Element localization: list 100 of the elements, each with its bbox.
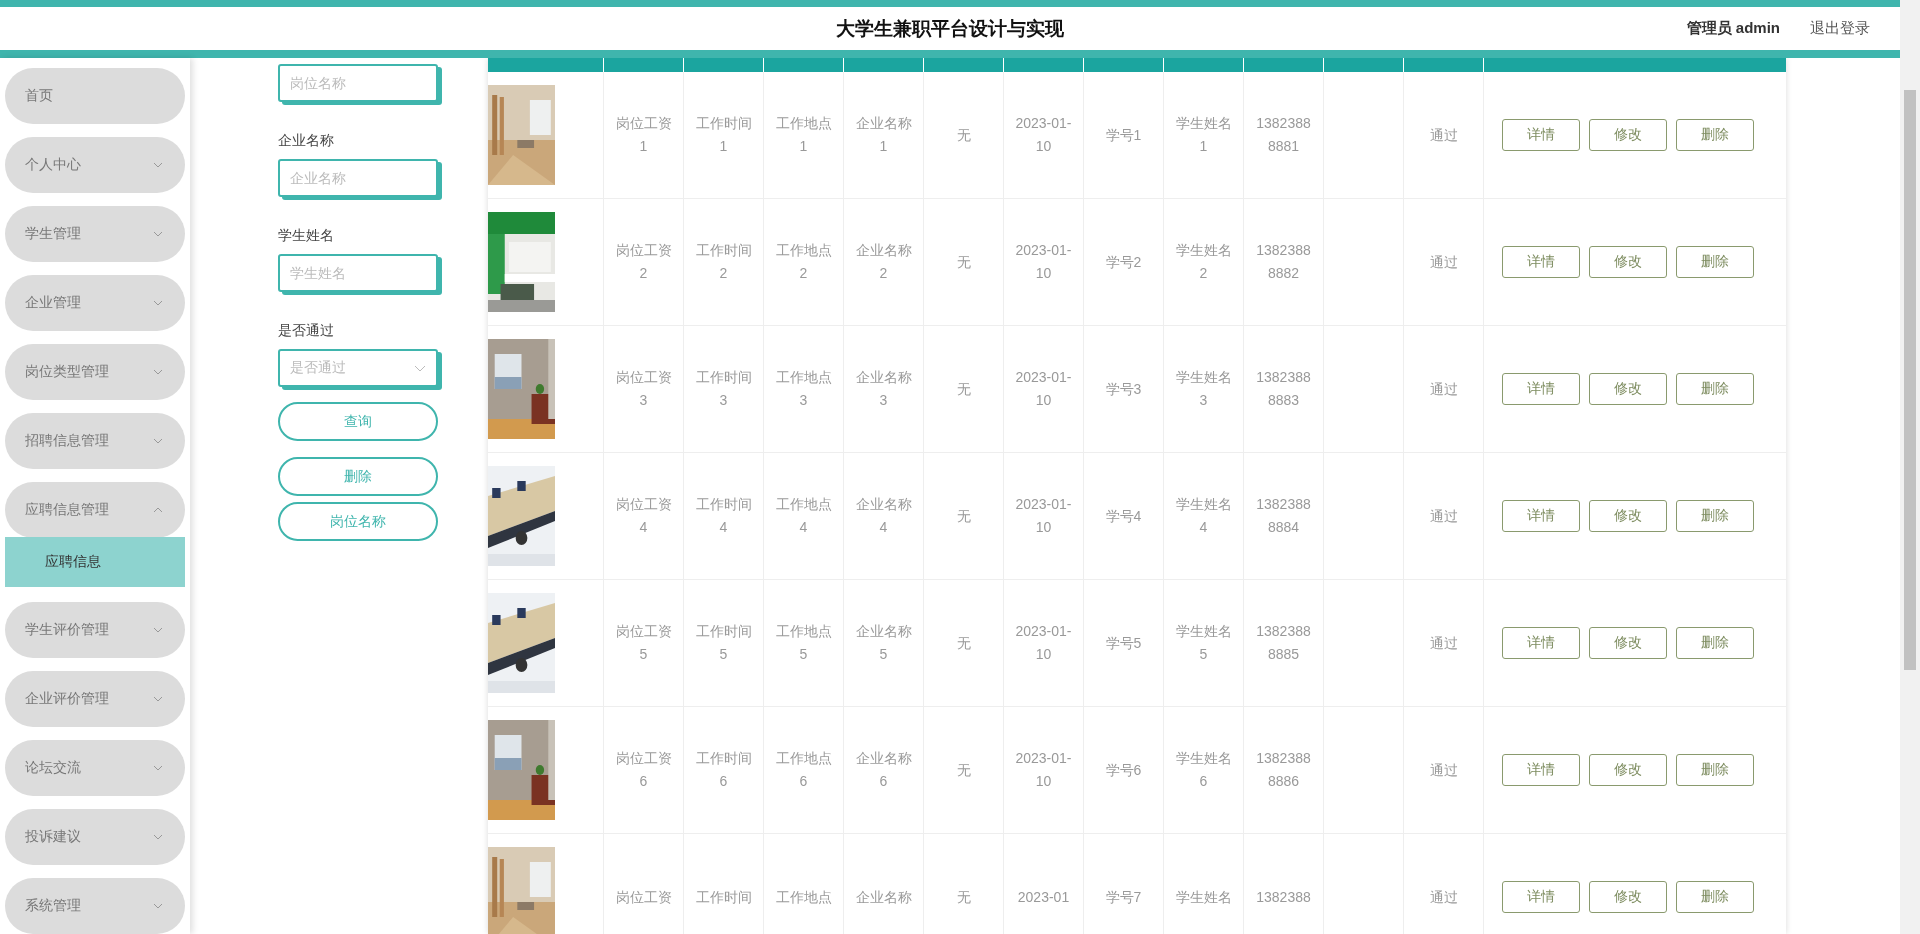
- filter-button[interactable]: 删除: [278, 457, 438, 496]
- menu-item[interactable]: 个人中心: [5, 137, 185, 193]
- table-cell-text: 工作地点6: [775, 749, 832, 791]
- row-action-button[interactable]: 修改: [1589, 500, 1667, 532]
- row-action-button[interactable]: 删除: [1676, 500, 1754, 532]
- table-cell-text: 学生姓名2: [1175, 241, 1232, 283]
- table-cell-text: 学生姓名1: [1175, 114, 1232, 156]
- chevron-icon: [153, 627, 163, 633]
- field-label: 企业名称: [278, 132, 334, 150]
- table-cell-text: 无: [956, 125, 971, 145]
- row-action-button[interactable]: 详情: [1502, 754, 1580, 786]
- input-field[interactable]: 岗位名称: [278, 64, 438, 102]
- menu-item[interactable]: 首页: [5, 68, 185, 124]
- row-action-button[interactable]: 详情: [1502, 881, 1580, 913]
- row-action-button[interactable]: 删除: [1676, 246, 1754, 278]
- table-cell-text: 岗位工资: [615, 887, 672, 907]
- table-cell-text: 学号4: [1105, 506, 1142, 526]
- row-action-button[interactable]: 详情: [1502, 627, 1580, 659]
- row-action-button[interactable]: 删除: [1676, 373, 1754, 405]
- scrollbar[interactable]: [1900, 0, 1920, 934]
- table-cell-text: 工作地点5: [775, 622, 832, 664]
- table-cell-text: 工作地点2: [775, 241, 832, 283]
- table-cell-text: 工作时间6: [695, 749, 752, 791]
- table-cell-text: 通过: [1429, 506, 1458, 526]
- table-cell-text: 学生姓名4: [1175, 495, 1232, 537]
- filter-button[interactable]: 岗位名称: [278, 502, 438, 541]
- row-action-button[interactable]: 删除: [1676, 881, 1754, 913]
- table-cell-text: 无: [956, 252, 971, 272]
- table-cell-text: 企业名称4: [855, 495, 912, 537]
- input-field[interactable]: 学生姓名: [278, 254, 438, 292]
- row-action-button[interactable]: 详情: [1502, 373, 1580, 405]
- table-cell-text: 13823888881: [1255, 114, 1312, 156]
- table-cell-text: 通过: [1429, 633, 1458, 653]
- table-cell-text: 岗位工资5: [615, 622, 672, 664]
- chevron-icon: [153, 834, 163, 840]
- row-action-button[interactable]: 详情: [1502, 119, 1580, 151]
- table-cell-text: 学号6: [1105, 760, 1142, 780]
- menu-item[interactable]: 招聘信息管理: [5, 413, 185, 469]
- menu-item[interactable]: 岗位类型管理: [5, 344, 185, 400]
- chevron-icon: [153, 162, 163, 168]
- table-cell-text: 无: [956, 633, 971, 653]
- table-cell-text: 岗位工资3: [615, 368, 672, 410]
- table-cell-text: 通过: [1429, 252, 1458, 272]
- table-cell-text: 通过: [1429, 760, 1458, 780]
- table-cell-text: 通过: [1429, 379, 1458, 399]
- table-cell-text: 工作地点: [775, 887, 832, 907]
- input-field[interactable]: 企业名称: [278, 159, 438, 197]
- chevron-icon: [153, 507, 163, 513]
- field-label: 是否通过: [278, 322, 334, 340]
- table-cell-text: 2023-01-10: [1015, 114, 1072, 156]
- table-cell-text: 企业名称3: [855, 368, 912, 410]
- table-cell-text: 工作地点1: [775, 114, 832, 156]
- chevron-icon: [153, 300, 163, 306]
- chevron-icon: [153, 438, 163, 444]
- table-cell-text: 企业名称6: [855, 749, 912, 791]
- row-action-button[interactable]: 修改: [1589, 627, 1667, 659]
- row-action-button[interactable]: 修改: [1589, 119, 1667, 151]
- table-cell-text: 岗位工资4: [615, 495, 672, 537]
- table-cell-text: 企业名称2: [855, 241, 912, 283]
- table-cell-text: 工作时间4: [695, 495, 752, 537]
- menu-item[interactable]: 论坛交流: [5, 740, 185, 796]
- row-action-button[interactable]: 修改: [1589, 754, 1667, 786]
- row-action-button[interactable]: 详情: [1502, 500, 1580, 532]
- table-cell-text: 无: [956, 506, 971, 526]
- menu-item[interactable]: 企业管理: [5, 275, 185, 331]
- table-cell-text: 工作时间5: [695, 622, 752, 664]
- submenu-item[interactable]: 应聘信息: [5, 537, 185, 587]
- menu-item[interactable]: 投诉建议: [5, 809, 185, 865]
- table-cell-text: 学生姓名3: [1175, 368, 1232, 410]
- menu-item[interactable]: 学生评价管理: [5, 602, 185, 658]
- filter-button[interactable]: 查询: [278, 402, 438, 441]
- chevron-icon: [153, 903, 163, 909]
- table-cell-text: 企业名称5: [855, 622, 912, 664]
- logout-link[interactable]: 退出登录: [1810, 19, 1870, 38]
- menu-item[interactable]: 企业评价管理: [5, 671, 185, 727]
- table-cell-text: 1382388: [1256, 887, 1311, 907]
- menu-item[interactable]: 应聘信息管理: [5, 482, 185, 538]
- chevron-icon: [153, 696, 163, 702]
- table-cell-text: 学号1: [1105, 125, 1142, 145]
- table-cell-text: 无: [956, 760, 971, 780]
- table-cell-text: 工作时间3: [695, 368, 752, 410]
- row-action-button[interactable]: 删除: [1676, 627, 1754, 659]
- row-action-button[interactable]: 修改: [1589, 881, 1667, 913]
- table-cell-text: 学生姓名5: [1175, 622, 1232, 664]
- table-cell-text: 2023-01: [1017, 887, 1070, 907]
- menu-item[interactable]: 系统管理: [5, 878, 185, 934]
- menu-item[interactable]: 学生管理: [5, 206, 185, 262]
- row-action-button[interactable]: 删除: [1676, 119, 1754, 151]
- row-action-button[interactable]: 修改: [1589, 373, 1667, 405]
- table-cell-text: 通过: [1429, 887, 1458, 907]
- row-action-button[interactable]: 修改: [1589, 246, 1667, 278]
- table-cell-text: 2023-01-10: [1015, 495, 1072, 537]
- table-cell-text: 工作时间1: [695, 114, 752, 156]
- table-cell-text: 工作地点3: [775, 368, 832, 410]
- chevron-icon: [153, 369, 163, 375]
- table-cell-text: 2023-01-10: [1015, 241, 1072, 283]
- row-action-button[interactable]: 详情: [1502, 246, 1580, 278]
- field-label: 学生姓名: [278, 227, 334, 245]
- row-action-button[interactable]: 删除: [1676, 754, 1754, 786]
- table-cell-text: 2023-01-10: [1015, 368, 1072, 410]
